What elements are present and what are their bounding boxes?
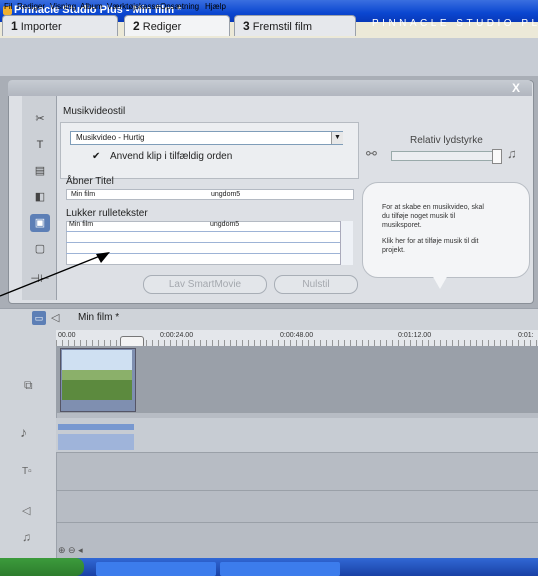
menu-rediger[interactable]: Rediger [17, 2, 45, 11]
menu-album[interactable]: Album [80, 2, 103, 11]
taskbar-item[interactable] [96, 562, 216, 576]
track-divider [56, 522, 538, 523]
menu-opsaetning[interactable]: Opsætning [160, 2, 199, 11]
info-text-line: projekt. [382, 247, 405, 254]
music-style-select[interactable]: Musikvideo - Hurtig [70, 131, 343, 145]
speaker-icon[interactable]: ◁ [51, 311, 59, 324]
closing-credits-cell-1: Min film [69, 221, 94, 228]
menu-fil[interactable]: Fil [4, 2, 12, 11]
sound-effect-icon[interactable]: ◁ [22, 504, 30, 517]
music-note-icon: ♫ [507, 146, 517, 161]
tab-importer[interactable]: 1 Importer [2, 15, 118, 36]
project-title: Min film * [78, 312, 120, 323]
brand-logo: PINNACLE STUDIO PL [372, 18, 538, 29]
info-text-line: Klik her for at tilføje musik til dit [382, 238, 479, 245]
annotation-arrow [0, 252, 110, 297]
relative-volume-label: Relativ lydstyrke [410, 135, 483, 146]
video-track-icon[interactable]: ⧉ [24, 378, 33, 393]
musikvideostil-label: Musikvideostil [63, 106, 126, 117]
ruler-tick-label: 0:01: [518, 332, 534, 339]
closing-credits-row-empty[interactable] [66, 232, 340, 243]
smartmovie-icon[interactable]: ◧ [30, 188, 50, 206]
aabner-titel-label: Åbner Titel [66, 176, 114, 187]
track-divider [56, 412, 538, 413]
title-track-icon[interactable]: T▫ [22, 466, 32, 477]
title-editor-icon[interactable]: T [30, 136, 50, 154]
track-divider [56, 452, 538, 453]
info-bubble[interactable] [362, 182, 530, 278]
audio-link-icon[interactable]: ♪ [20, 424, 27, 440]
title-clip[interactable] [58, 424, 134, 430]
music-video-icon[interactable]: ▣ [30, 214, 50, 232]
chevron-down-icon[interactable]: ▼ [331, 132, 343, 144]
ruler-tick-label: 00.00 [58, 332, 76, 339]
track-headers [0, 330, 57, 558]
reset-button[interactable]: Nulstil [274, 275, 358, 294]
smartmovie-button[interactable]: Lav SmartMovie [143, 275, 267, 294]
ruler-tick-label: 0:01:12.00 [398, 332, 432, 339]
closing-credits-row[interactable]: Min film ungdom5 [66, 221, 340, 232]
opening-title-cell-2: ungdom5 [211, 191, 241, 198]
zoom-controls[interactable]: ⊕ ⊖ ◂ [58, 545, 83, 556]
clip-properties-icon[interactable]: ✂ [30, 110, 50, 128]
ruler-tick-label: 0:00:48.00 [280, 332, 314, 339]
clip-thumbnail [62, 350, 132, 400]
info-text-line: For at skabe en musikvideo, skal [382, 204, 484, 211]
menu-vaerktoejskasse[interactable]: Værktøjskasse [107, 2, 160, 11]
start-button[interactable] [0, 558, 84, 576]
checkmark-icon[interactable]: ✔ [92, 151, 100, 162]
music-track-icon[interactable]: ♫ [22, 530, 31, 544]
mode-tabs-bar [0, 38, 538, 76]
random-order-checkbox-label[interactable]: Anvend klip i tilfældig orden [110, 151, 232, 162]
panel-header [8, 80, 532, 96]
tab-rediger[interactable]: 2 Rediger [124, 15, 230, 36]
menu-visning[interactable]: Visning [50, 2, 76, 11]
opening-title-cell-1: Min film [71, 191, 96, 198]
info-text-line: du tilføje noget musik til [382, 213, 456, 220]
timeline-view-icon[interactable]: ▭ [32, 311, 46, 325]
menu-hjaelp[interactable]: Hjælp [205, 2, 226, 11]
volume-slider-handle[interactable] [492, 149, 502, 164]
still-image-icon[interactable]: ▤ [30, 162, 50, 180]
info-bubble-tail [432, 275, 448, 289]
video-volume-icon: ⚯ [366, 146, 377, 161]
tab-fremstil-film[interactable]: 3 Fremstil film [234, 15, 356, 36]
grid-scrollbar[interactable] [340, 221, 353, 265]
opening-title-row[interactable]: Min film ungdom5 [66, 189, 354, 200]
ruler-tick-label: 0:00:24.00 [160, 332, 194, 339]
volume-slider[interactable] [391, 151, 499, 161]
lukker-label: Lukker rulletekster [66, 208, 148, 219]
track-divider [56, 490, 538, 491]
info-text-line: musiksporet. [382, 222, 422, 229]
taskbar-item[interactable] [220, 562, 340, 576]
title-clip[interactable] [58, 434, 134, 450]
close-button[interactable]: X [512, 81, 520, 95]
closing-credits-cell-2: ungdom5 [210, 221, 240, 228]
